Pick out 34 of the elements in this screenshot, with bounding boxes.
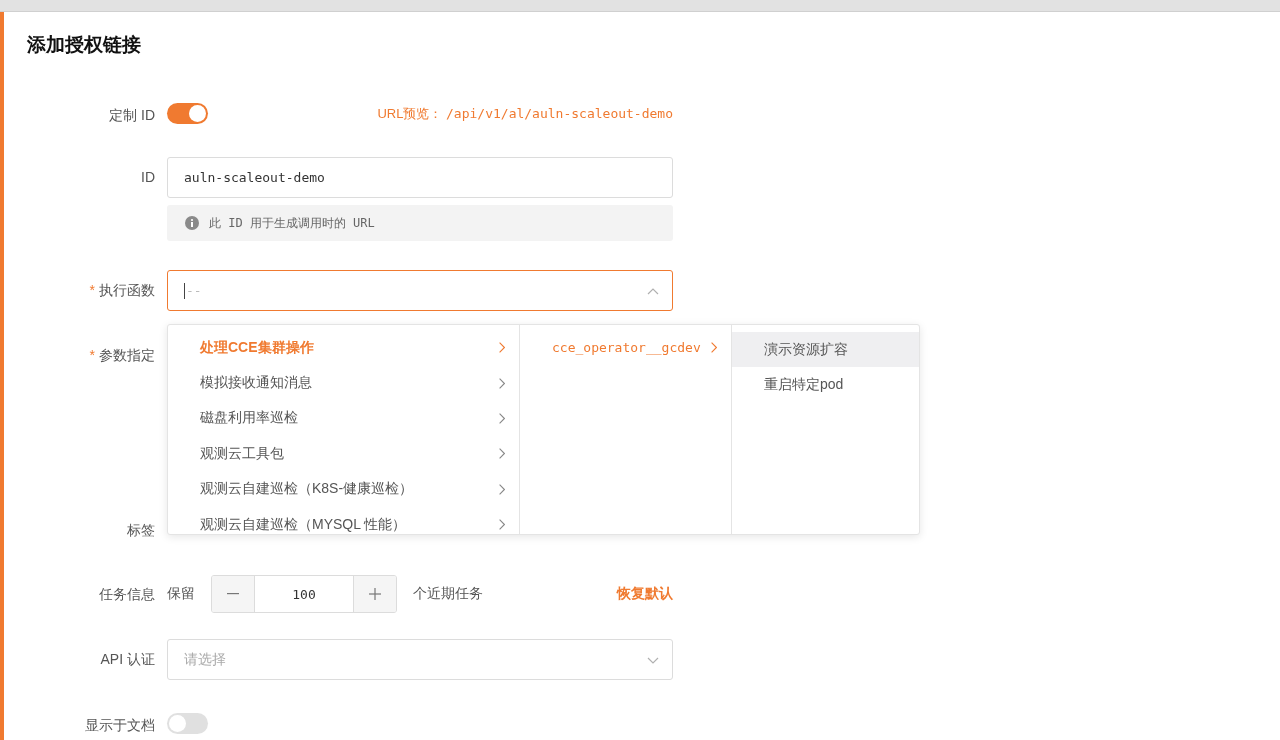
toggle-switch[interactable] <box>167 103 208 124</box>
minus-icon <box>227 593 239 595</box>
menu-item[interactable]: 观测云工具包 <box>168 436 519 472</box>
required-mark: * <box>89 346 95 365</box>
menu-item[interactable]: 模拟接收通知消息 <box>168 365 519 401</box>
required-mark: * <box>89 281 95 300</box>
url-preview: URL预览： /api/v1/al/auln-scaleout-demo <box>377 104 673 123</box>
placeholder-text: 请选择 <box>184 650 226 669</box>
info-icon <box>185 216 199 230</box>
field-label: ID <box>140 168 155 187</box>
plus-icon <box>369 588 381 600</box>
suffix-text: 个近期任务 <box>413 585 483 603</box>
id-input-field[interactable]: auln-scaleout-demo <box>167 157 673 198</box>
menu-item[interactable]: 重启特定pod <box>732 367 919 403</box>
field-label: API 认证 <box>99 650 155 669</box>
chevron-up-icon <box>647 288 659 295</box>
hint-text: 此 ID 用于生成调用时的 URL <box>209 214 375 232</box>
chevron-down-icon <box>647 657 659 664</box>
menu-item[interactable]: 演示资源扩容 <box>732 332 919 368</box>
field-label: 任务信息 <box>98 585 155 604</box>
field-label: 参数指定 <box>99 346 155 365</box>
number-stepper[interactable]: 100 <box>211 575 397 613</box>
menu-item[interactable]: 观测云自建巡检（K8S-健康巡检） <box>168 471 519 507</box>
field-label: 定制 ID <box>108 106 155 125</box>
menu-item[interactable]: 磁盘利用率巡检 <box>168 400 519 437</box>
page-title: 添加授权链接 <box>27 34 142 56</box>
plus-button[interactable] <box>354 576 396 612</box>
field-label: 显示于文档 <box>84 716 155 735</box>
prefix-text: 保留 <box>167 585 195 603</box>
field-label: 标签 <box>126 521 155 540</box>
toggle-switch[interactable] <box>167 713 208 734</box>
field-label: 执行函数 <box>99 281 155 300</box>
menu-item[interactable]: 观测云自建巡检（MYSQL 性能） <box>168 506 519 534</box>
placeholder-text: -- <box>186 283 202 298</box>
